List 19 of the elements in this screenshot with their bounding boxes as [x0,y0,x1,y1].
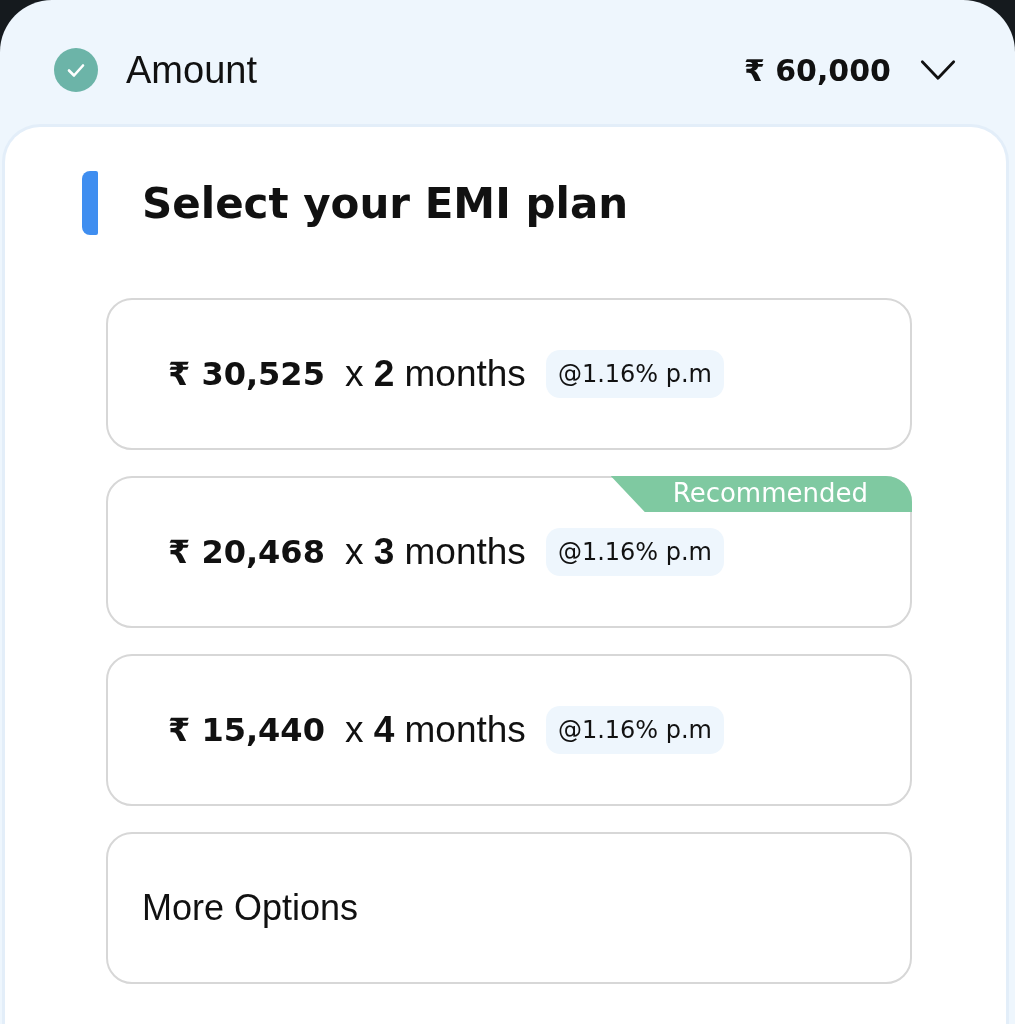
emi-amount: ₹ 30,525 [168,355,325,393]
amount-label: Amount [126,48,257,92]
emi-amount: ₹ 15,440 [168,711,325,749]
emi-term: x 2 months [344,353,526,395]
caret-icon [919,58,957,82]
emi-term: x 3 months [344,531,526,573]
rate-chip: @1.16% p.m [545,528,724,576]
plan-option[interactable]: ₹ 15,440 x 4 months @1.16% p.m [106,654,912,806]
plan-option[interactable]: Recommended ₹ 20,468 x 3 months @1.16% p.m [106,476,912,628]
recommended-badge: Recommended [610,476,912,512]
plan-option[interactable]: ₹ 30,525 x 2 months @1.16% p.m [106,298,912,450]
amount-dropdown[interactable]: ₹ 60,000 [743,52,957,88]
rate-chip: @1.16% p.m [545,350,724,398]
accent-bar [82,171,98,235]
emi-term: x 4 months [344,709,526,751]
emi-amount: ₹ 20,468 [168,533,325,571]
more-options[interactable]: More Options [106,832,912,984]
section-title: Select your EMI plan [142,178,629,228]
rate-chip: @1.16% p.m [545,706,724,754]
